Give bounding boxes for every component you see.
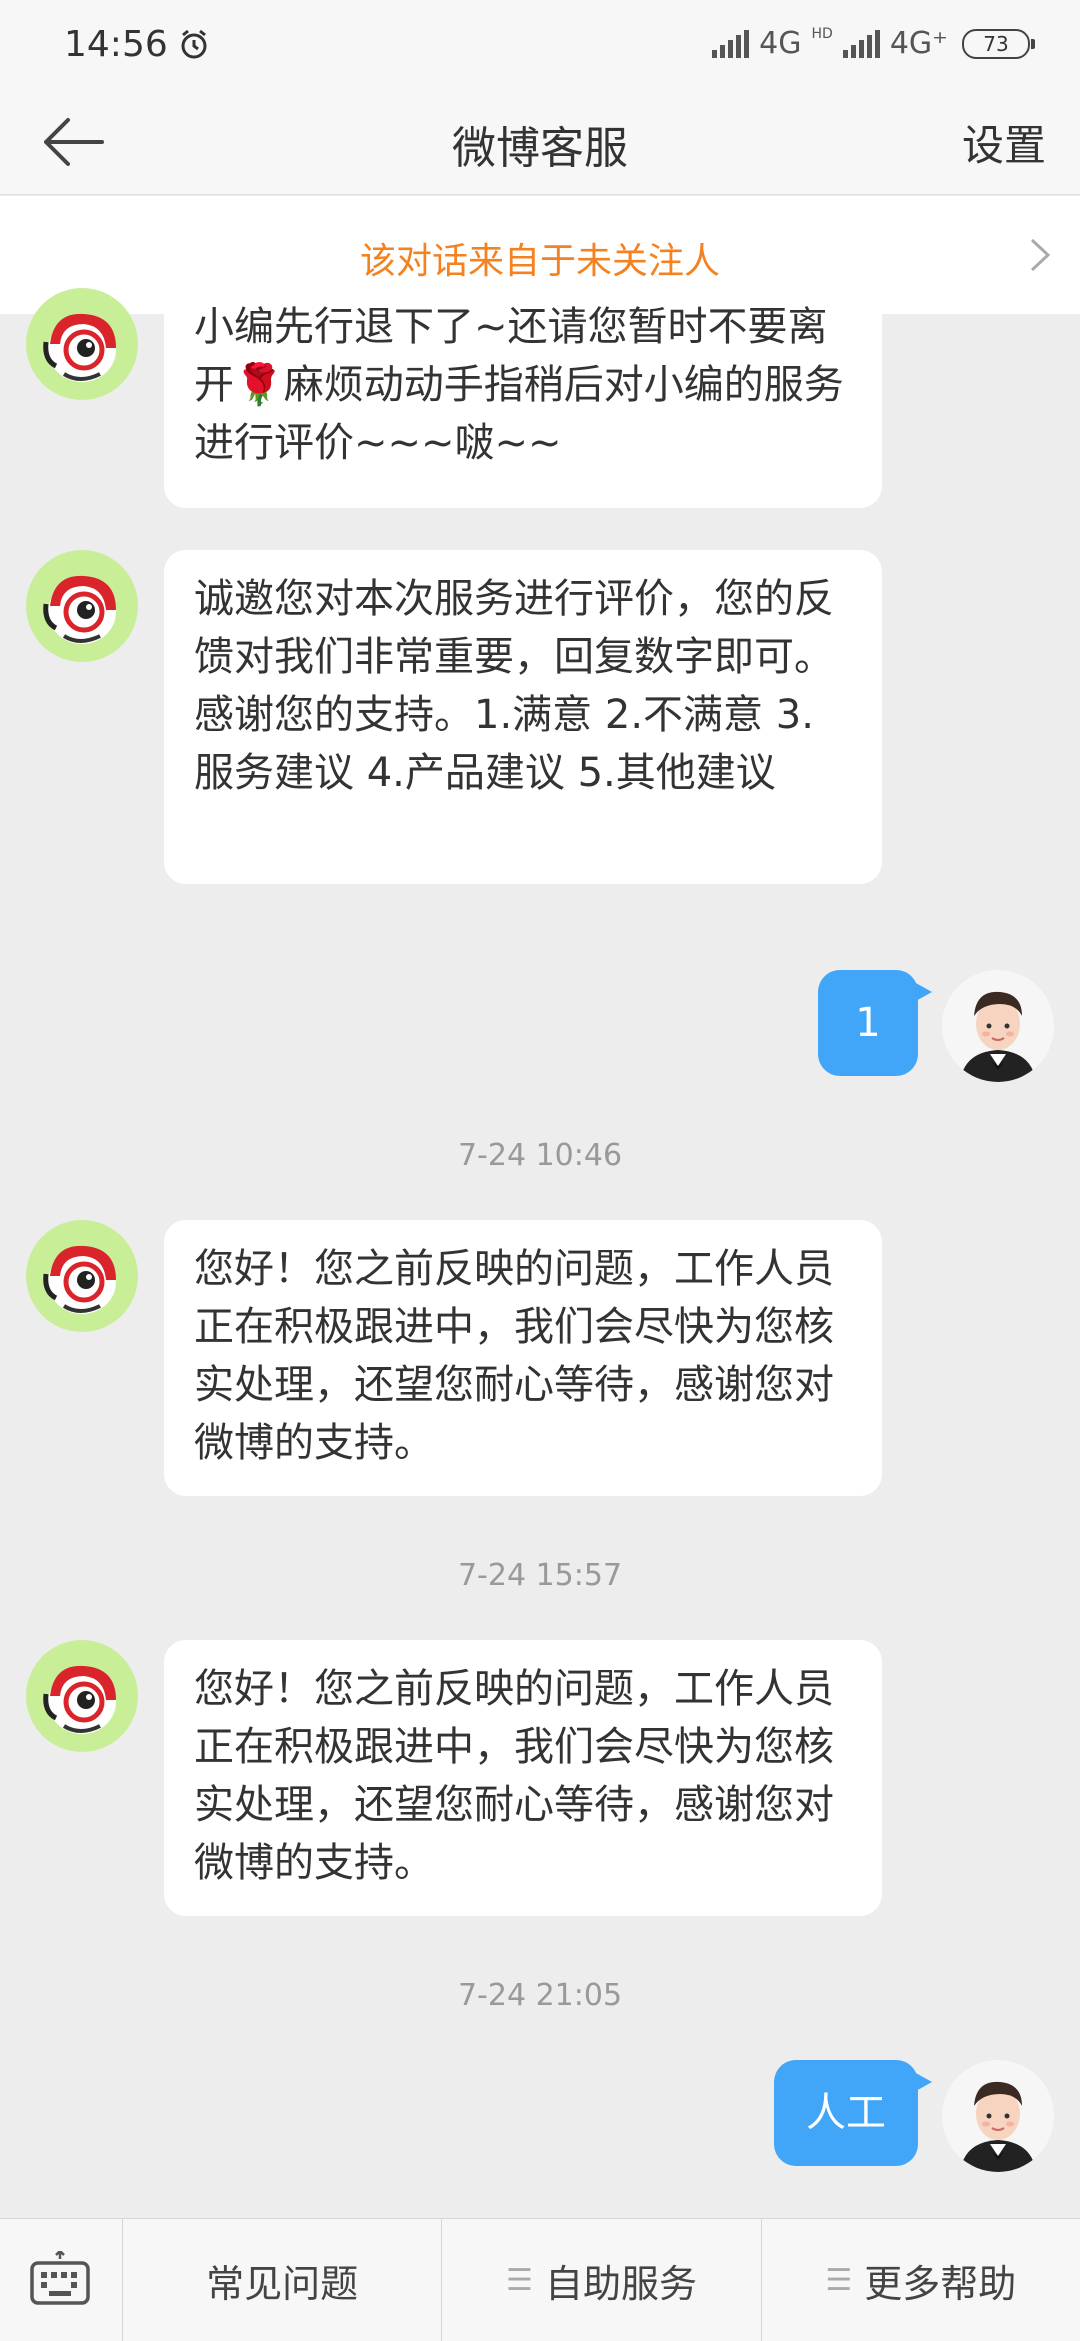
- bot-avatar[interactable]: [26, 550, 138, 662]
- hd-label: HD: [811, 25, 833, 42]
- network-label-2: 4G⁺: [889, 26, 948, 61]
- network-label-1: 4G: [759, 26, 802, 61]
- keyboard-icon: [30, 2251, 90, 2305]
- message-text: 您好！您之前反映的问题，工作人员正在积极跟进中，我们会尽快为您核实处理，还望您耐…: [194, 1666, 834, 1886]
- message-text: 您好！您之前反映的问题，工作人员正在积极跟进中，我们会尽快为您核实处理，还望您耐…: [194, 1246, 834, 1466]
- self-service-button[interactable]: ☰ 自助服务: [442, 2219, 762, 2341]
- status-indicators: 4G HD 4G⁺ 73: [712, 25, 1035, 61]
- bot-message-bubble[interactable]: 小编先行退下了~还请您暂时不要离开🌹麻烦动动手指稍后对小编的服务进行评价~~~啵…: [164, 288, 882, 508]
- user-avatar-illustration: [942, 970, 1054, 1082]
- bottom-menu-bar: 常见问题 ☰ 自助服务 ☰ 更多帮助: [0, 2218, 1080, 2341]
- notice-text: 该对话来自于未关注人: [359, 241, 720, 282]
- user-message-bubble[interactable]: 1: [818, 970, 932, 1076]
- bot-avatar[interactable]: [26, 1220, 138, 1332]
- self-service-label: 自助服务: [544, 2261, 697, 2306]
- faq-label: 常见问题: [206, 2261, 359, 2306]
- message-timestamp: 7-24 15:57: [457, 1558, 623, 1593]
- menu-icon: ☰: [825, 2262, 853, 2298]
- message-text: 小编先行退下了~还请您暂时不要离开🌹麻烦动动手指稍后对小编的服务进行评价~~~啵…: [194, 304, 844, 466]
- user-avatar-illustration: [942, 2060, 1054, 2172]
- more-help-button[interactable]: ☰ 更多帮助: [762, 2219, 1080, 2341]
- user-avatar[interactable]: [942, 2060, 1054, 2172]
- chevron-right-icon: [1030, 238, 1051, 272]
- user-message-bubble[interactable]: 人工: [774, 2060, 932, 2166]
- page-title: 微博客服: [452, 123, 628, 174]
- signal-icon-2: [842, 29, 880, 58]
- message-text: 人工: [806, 2090, 886, 2136]
- nav-bar: 微博客服 设置: [0, 90, 1080, 195]
- bot-avatar[interactable]: [26, 288, 138, 400]
- signal-icon: [712, 29, 750, 58]
- bot-avatar[interactable]: [26, 1640, 138, 1752]
- keyboard-toggle-button[interactable]: [0, 2219, 123, 2341]
- status-time: 14:56: [64, 24, 168, 65]
- weibo-bot-icon: [43, 575, 116, 644]
- menu-icon: ☰: [506, 2262, 533, 2298]
- alarm-icon: [181, 29, 207, 59]
- message-timestamp: 7-24 21:05: [457, 1978, 623, 2013]
- battery-level: 73: [983, 31, 1009, 56]
- battery-icon: 73: [962, 28, 1035, 59]
- user-avatar[interactable]: [942, 970, 1054, 1082]
- weibo-bot-icon: [43, 313, 116, 382]
- message-text: 1: [855, 1000, 881, 1046]
- message-text: 诚邀您对本次服务进行评价，您的反馈对我们非常重要，回复数字即可。感谢您的支持。1…: [194, 576, 834, 796]
- more-help-label: 更多帮助: [864, 2261, 1017, 2306]
- bot-message-bubble[interactable]: 您好！您之前反映的问题，工作人员正在积极跟进中，我们会尽快为您核实处理，还望您耐…: [164, 1640, 882, 1916]
- weibo-bot-icon: [43, 1245, 116, 1314]
- settings-button[interactable]: 设置: [962, 112, 1046, 173]
- weibo-bot-icon: [43, 1665, 116, 1734]
- bot-message-bubble[interactable]: 您好！您之前反映的问题，工作人员正在积极跟进中，我们会尽快为您核实处理，还望您耐…: [164, 1220, 882, 1496]
- status-bar: 14:56 4G HD 4G⁺ 73: [0, 0, 1080, 90]
- message-timestamp: 7-24 10:46: [457, 1138, 623, 1173]
- faq-button[interactable]: 常见问题: [123, 2219, 443, 2341]
- bot-message-bubble[interactable]: 诚邀您对本次服务进行评价，您的反馈对我们非常重要，回复数字即可。感谢您的支持。1…: [164, 550, 882, 884]
